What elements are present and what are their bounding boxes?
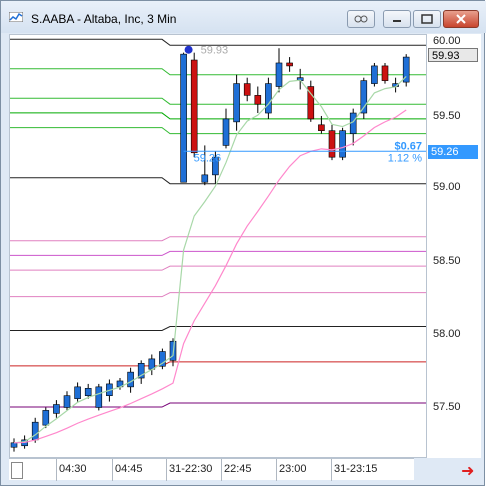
link-icon: [354, 15, 368, 23]
price-level-line: [10, 292, 426, 298]
candle-body: [31, 421, 39, 441]
price-axis[interactable]: 60.00 59.50 59.00 58.50 58.00 57.50 59.9…: [427, 34, 481, 458]
candle-body: [318, 124, 325, 131]
axis-corner-box: [11, 462, 23, 479]
time-separator: [276, 459, 277, 481]
candle-body: [84, 388, 92, 396]
window-title: S.AABA - Altaba, Inc, 3 Min: [31, 12, 177, 26]
time-label: 04:45: [115, 463, 143, 475]
price-level-line: [10, 361, 426, 367]
price-tick: 59.50: [433, 110, 461, 122]
scroll-right-arrow-icon[interactable]: ➜: [461, 461, 474, 481]
price-level-line: [10, 326, 426, 331]
reference-price-label: 59.26: [428, 145, 478, 159]
candle-body: [243, 83, 251, 96]
title-bar[interactable]: S.AABA - Altaba, Inc, 3 Min: [1, 1, 486, 33]
reference-price-text: 59.26: [194, 152, 222, 164]
candle-body: [10, 442, 18, 448]
maximize-icon: [421, 14, 433, 24]
chart-app-icon: [9, 12, 23, 22]
time-separator: [166, 459, 167, 481]
candle-body: [190, 59, 198, 154]
price-chart-plot[interactable]: 59.93 59.26 $0.67 1.12 %: [9, 34, 427, 458]
minimize-button[interactable]: [383, 10, 411, 28]
candlestick-chart: 59.93 59.26 $0.671.12 %: [10, 38, 426, 452]
candle-body: [222, 118, 230, 146]
candle-body: [95, 386, 103, 408]
candle-body: [265, 83, 272, 114]
candle-body: [254, 95, 262, 105]
candle-body: [233, 83, 240, 123]
candle-body: [371, 65, 378, 84]
candle-body: [381, 65, 389, 81]
time-separator: [56, 459, 57, 481]
change-amount-text: $0.67: [394, 140, 422, 152]
candle-body: [275, 62, 283, 87]
minimize-icon: [393, 20, 401, 22]
price-level-line: [10, 250, 426, 256]
time-label: 04:30: [59, 463, 87, 475]
candle-body: [53, 404, 60, 414]
price-level-line: [10, 236, 426, 242]
time-label: 31-22:30: [169, 463, 213, 475]
time-axis[interactable]: 04:30 04:45 31-22:30 22:45 23:00 31-23:1…: [9, 458, 414, 481]
price-tick: 59.00: [433, 181, 461, 193]
price-level-line: [10, 265, 426, 271]
chart-window: S.AABA - Altaba, Inc, 3 Min 59.93 59.26 $0…: [0, 0, 486, 486]
maximize-button[interactable]: [413, 10, 441, 28]
price-tick: 60.00: [433, 35, 461, 47]
price-level-line: [10, 127, 426, 135]
time-label: 23:00: [279, 463, 307, 475]
candle-body: [74, 386, 81, 399]
close-icon: [456, 14, 466, 24]
price-tick: 58.50: [433, 255, 461, 267]
link-button[interactable]: [347, 10, 375, 28]
time-separator: [221, 459, 222, 481]
price-level-line: [10, 68, 426, 76]
price-tick: 58.00: [433, 328, 461, 340]
time-label: 31-23:15: [334, 463, 378, 475]
candle-body: [339, 130, 346, 158]
current-price-label: 59.93: [428, 48, 478, 62]
candle-body: [42, 410, 50, 426]
candle-body: [63, 395, 71, 408]
price-tick: 57.50: [433, 401, 461, 413]
candle-body: [127, 371, 134, 388]
fast-moving-average-line: [13, 75, 407, 444]
candle-body: [201, 174, 209, 183]
price-level-line: [10, 112, 426, 120]
time-label: 22:45: [224, 463, 252, 475]
high-marker-icon: [184, 45, 193, 54]
time-separator: [112, 459, 113, 481]
close-button[interactable]: [443, 10, 479, 28]
candle-body: [286, 62, 293, 67]
time-separator: [331, 459, 332, 481]
candle-body: [328, 130, 336, 158]
high-price-text: 59.93: [201, 45, 229, 57]
change-percent-text: 1.12 %: [388, 152, 422, 164]
candle-body: [180, 53, 187, 183]
